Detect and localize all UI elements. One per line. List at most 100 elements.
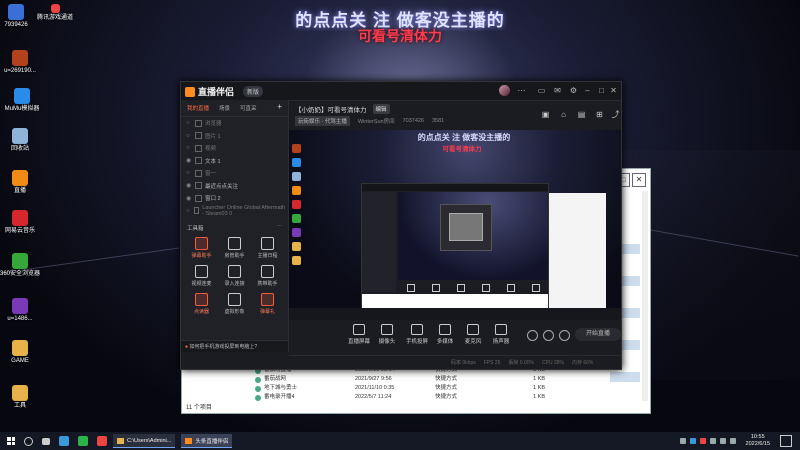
document-icon[interactable]: ▤ bbox=[577, 110, 586, 119]
start-icon[interactable] bbox=[7, 437, 15, 445]
tray-icon[interactable] bbox=[689, 438, 696, 444]
eye-off-icon[interactable]: ○ bbox=[186, 170, 192, 176]
notification-icon[interactable] bbox=[780, 435, 792, 447]
eye-off-icon[interactable]: ○ bbox=[186, 133, 192, 139]
desktop-icon-tencent[interactable]: 腾讯游戏通道 bbox=[30, 4, 80, 22]
main-panel: 【小奶奶】可看号清体力 编辑 玩街娱乐 · 代驾主播 WinterSun房间 70… bbox=[289, 100, 621, 369]
source-item[interactable]: ○ 浏览器 bbox=[181, 117, 288, 130]
room-category[interactable]: 玩街娱乐 · 代驾主播 bbox=[295, 116, 350, 126]
tray-icon[interactable] bbox=[679, 438, 686, 444]
tool-label: 虚拟形象 bbox=[224, 309, 245, 315]
app-icon[interactable] bbox=[97, 436, 107, 446]
source-item[interactable]: ○ 窗一 bbox=[181, 167, 288, 180]
tool-label: 主播日程 bbox=[257, 253, 278, 259]
desktop-icon[interactable]: 工具 bbox=[0, 385, 44, 410]
table-row[interactable]: 番茄战网 2021/9/27 9:56 快捷方式 1 KB bbox=[255, 375, 585, 384]
desktop-icon[interactable]: 直播 bbox=[0, 170, 44, 195]
taskbar-task[interactable]: C:\Users\Admini... bbox=[113, 434, 176, 448]
tool-button[interactable]: 主播日程 bbox=[251, 237, 284, 259]
maximize-icon[interactable]: □ bbox=[597, 86, 606, 95]
go-live-button[interactable]: 开始直播 bbox=[575, 328, 621, 341]
tool-button[interactable]: 弹幕助手 bbox=[185, 237, 218, 259]
menu-icon[interactable]: ⋯ bbox=[517, 86, 526, 95]
desktop-icon[interactable]: 回收站 bbox=[0, 128, 44, 153]
live-companion-window[interactable]: 直播伴侣 新版 ⋯ ▭ ✉ ⚙ – □ ✕ 我的直播 场景 可直采 + ○ 浏览器 ○ 图片… bbox=[180, 81, 622, 370]
share-icon[interactable]: ⤴ bbox=[611, 110, 620, 119]
live-source-button[interactable]: 直播屏幕 bbox=[345, 324, 373, 345]
tool-button[interactable]: 虚拟形象 bbox=[218, 293, 251, 315]
settings-icon[interactable] bbox=[559, 330, 570, 341]
live-source-button[interactable]: 麦克风 bbox=[459, 324, 487, 345]
ime-icon[interactable] bbox=[729, 438, 736, 444]
volume-icon[interactable] bbox=[719, 438, 726, 444]
source-item[interactable]: ○ 图片 1 bbox=[181, 130, 288, 143]
gift-icon[interactable]: ▣ bbox=[541, 110, 550, 119]
tool-button[interactable]: 视频连麦 bbox=[185, 265, 218, 287]
help-tip[interactable]: ● 如何把手机游戏投屏到电脑上? bbox=[181, 340, 288, 352]
close-icon[interactable]: ✕ bbox=[632, 173, 646, 187]
live-source-button[interactable]: 多媒体 bbox=[431, 324, 459, 345]
tab-1[interactable]: 场景 bbox=[219, 104, 230, 112]
desktop-icon-label: 工具 bbox=[13, 403, 26, 409]
desktop-icon[interactable]: 360安全浏览器 bbox=[0, 253, 44, 278]
desktop-icon[interactable]: u=1486... bbox=[0, 298, 44, 323]
toolbox-title: 工具箱 bbox=[187, 226, 204, 232]
desktop-icon[interactable]: GAME bbox=[0, 340, 44, 365]
tool-button[interactable]: 录入连接 bbox=[218, 265, 251, 287]
browser-icon[interactable] bbox=[59, 436, 69, 446]
eye-icon[interactable]: ◉ bbox=[186, 157, 192, 164]
file-name: 番电录开播4 bbox=[264, 394, 295, 400]
source-item[interactable]: ◉ 窗口 2 bbox=[181, 192, 288, 205]
tab-0[interactable]: 我的直播 bbox=[187, 104, 209, 112]
edit-button[interactable]: 编辑 bbox=[372, 104, 390, 114]
network-icon[interactable] bbox=[709, 438, 716, 444]
tool-button[interactable]: 弹幕礼 bbox=[251, 293, 284, 315]
version-badge[interactable]: 新版 bbox=[243, 86, 264, 97]
settings-icon[interactable]: ⚙ bbox=[569, 86, 578, 95]
source-item[interactable]: ◉ 文本 1 bbox=[181, 155, 288, 168]
tool-button[interactable]: 点读器 bbox=[185, 293, 218, 315]
source-item[interactable]: ○ 视频 bbox=[181, 142, 288, 155]
lock-icon[interactable]: ⌂ bbox=[559, 110, 568, 119]
more-icon[interactable]: ⋯ bbox=[277, 224, 283, 232]
app-icon bbox=[12, 128, 28, 144]
task-view-icon[interactable] bbox=[42, 437, 50, 445]
tray-icon[interactable] bbox=[699, 438, 706, 444]
eye-icon[interactable]: ◉ bbox=[186, 195, 192, 202]
eye-off-icon[interactable]: ○ bbox=[186, 120, 192, 126]
taskbar-task[interactable]: 头条直播伴侣 bbox=[181, 434, 233, 448]
live-preview[interactable]: 的点点关 注 做客没主播的 可看号清体力 bbox=[289, 130, 621, 320]
eye-icon[interactable]: ◉ bbox=[186, 182, 192, 189]
table-row[interactable]: 地下城与勇士 2021/11/10 0:35 快捷方式 1 KB bbox=[255, 384, 585, 393]
minimize-icon[interactable]: – bbox=[583, 86, 592, 95]
message-icon[interactable]: ✉ bbox=[553, 86, 562, 95]
clock[interactable]: 10:55 2022/6/15 bbox=[746, 434, 770, 448]
desktop-icon[interactable]: u=269190... bbox=[0, 50, 44, 75]
tool-button[interactable]: 房管助手 bbox=[218, 237, 251, 259]
desktop-icon[interactable]: 网易云音乐 bbox=[0, 210, 44, 235]
live-source-button[interactable]: 手机投屏 bbox=[403, 324, 431, 345]
record-icon[interactable] bbox=[527, 330, 538, 341]
tab-2[interactable]: 可直采 bbox=[240, 104, 257, 112]
source-item[interactable]: ◉ 最近点点关注 bbox=[181, 180, 288, 193]
eye-off-icon[interactable]: ○ bbox=[186, 145, 192, 151]
tool-label: 携带助手 bbox=[257, 281, 278, 287]
wechat-icon[interactable] bbox=[78, 436, 88, 446]
eye-off-icon[interactable]: ○ bbox=[186, 208, 191, 214]
add-source-icon[interactable]: + bbox=[277, 103, 282, 112]
avatar[interactable] bbox=[499, 85, 510, 96]
search-icon[interactable] bbox=[24, 436, 33, 446]
table-row[interactable]: 番电录开播4 2022/5/7 11:24 快捷方式 1 KB bbox=[255, 393, 585, 402]
explorer-file-list: 番茄场直播 2022/2/22 23:14 快捷方式 1 KB 番茄战网 2021/9/2… bbox=[255, 366, 585, 402]
scrollbar[interactable] bbox=[642, 191, 648, 401]
speed-icon[interactable] bbox=[543, 330, 554, 341]
live-source-button[interactable]: 摄像头 bbox=[373, 324, 401, 345]
live-source-button[interactable]: 扬声器 bbox=[487, 324, 515, 345]
app-icon bbox=[12, 210, 28, 226]
screen-icon[interactable]: ▭ bbox=[537, 86, 546, 95]
close-icon[interactable]: ✕ bbox=[609, 86, 618, 95]
grid-icon[interactable]: ⊞ bbox=[595, 110, 604, 119]
source-item[interactable]: ○ Launcher Online Global Aftermath - Stea… bbox=[181, 205, 288, 218]
desktop-icon[interactable]: MuMu模拟器 bbox=[0, 88, 46, 113]
tool-button[interactable]: 携带助手 bbox=[251, 265, 284, 287]
